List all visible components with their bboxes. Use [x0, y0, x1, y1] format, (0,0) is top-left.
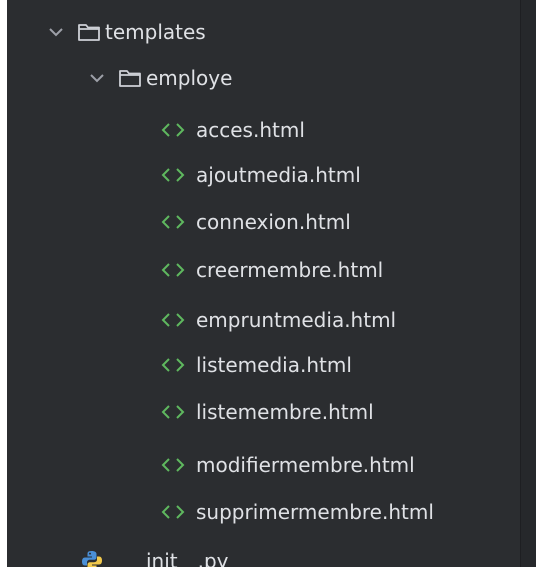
- html-file-icon: [161, 458, 185, 472]
- html-file-icon: [161, 123, 185, 137]
- file-label: ajoutmedia.html: [196, 163, 361, 187]
- vertical-scrollbar[interactable]: [520, 0, 536, 567]
- tree-node-templates[interactable]: templates: [47, 12, 206, 52]
- tree-node-employe[interactable]: employe: [88, 58, 232, 98]
- file-label: modifiermembre.html: [196, 453, 415, 477]
- html-file-icon: [161, 358, 185, 372]
- tree-file-listemembre[interactable]: listemembre.html: [160, 392, 374, 432]
- file-label: listemedia.html: [196, 353, 352, 377]
- tree-file-supprimermembre[interactable]: supprimermembre.html: [160, 492, 434, 532]
- chevron-down-icon[interactable]: [88, 69, 106, 87]
- html-file-icon: [161, 168, 185, 182]
- project-tree: templates employe acces.html ajoutmedia.…: [7, 0, 536, 567]
- tree-file-init-py[interactable]: __init__.py: [80, 541, 229, 567]
- html-file-icon: [161, 505, 185, 519]
- tree-node-label: employe: [146, 66, 233, 90]
- tree-node-label: templates: [105, 20, 206, 44]
- file-label: empruntmedia.html: [196, 308, 397, 332]
- file-label: creermembre.html: [196, 258, 384, 282]
- file-label: __init__.py: [126, 549, 229, 567]
- html-file-icon: [161, 215, 185, 229]
- chevron-down-icon[interactable]: [47, 23, 65, 41]
- html-file-icon: [161, 405, 185, 419]
- file-label: acces.html: [196, 118, 305, 142]
- file-label: listemembre.html: [196, 400, 374, 424]
- python-file-icon: [82, 551, 102, 567]
- tree-file-connexion[interactable]: connexion.html: [160, 202, 351, 242]
- tree-file-acces[interactable]: acces.html: [160, 110, 305, 150]
- tree-file-creermembre[interactable]: creermembre.html: [160, 250, 383, 290]
- tree-file-ajoutmedia[interactable]: ajoutmedia.html: [160, 155, 361, 195]
- html-file-icon: [161, 263, 185, 277]
- tree-file-modifiermembre[interactable]: modifiermembre.html: [160, 445, 415, 485]
- folder-icon: [119, 70, 141, 87]
- folder-icon: [78, 24, 100, 41]
- html-file-icon: [161, 313, 185, 327]
- tree-file-listemedia[interactable]: listemedia.html: [160, 345, 352, 385]
- file-label: connexion.html: [196, 210, 351, 234]
- tree-file-empruntmedia[interactable]: empruntmedia.html: [160, 300, 396, 340]
- file-label: supprimermembre.html: [196, 500, 434, 524]
